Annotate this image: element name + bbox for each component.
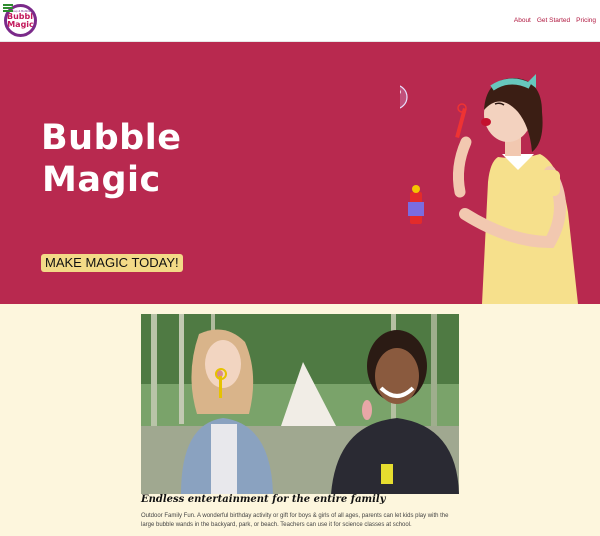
hero-woman-image xyxy=(400,74,578,304)
feature-section: Endless entertainment for the entire fam… xyxy=(0,304,600,536)
hero-title: Bubble Magic xyxy=(41,117,181,201)
section-description: Outdoor Family Fun. A wonderful birthday… xyxy=(141,513,449,528)
site-header: Soap & Bubble Bubble Magic About Get Sta… xyxy=(0,0,600,42)
nav-link-get-started[interactable]: Get Started xyxy=(537,17,570,24)
menu-icon[interactable] xyxy=(3,4,13,12)
bubble-icon xyxy=(400,85,408,109)
family-photo-image xyxy=(141,314,459,494)
hero-banner: Bubble Magic MAKE MAGIC TODAY! xyxy=(0,42,600,304)
hero-title-line-1: Bubble xyxy=(41,118,182,158)
logo-word-2: Magic xyxy=(7,20,34,29)
nav-link-about[interactable]: About xyxy=(514,17,531,24)
top-nav: About Get Started Pricing xyxy=(514,17,596,24)
hero-tagline: MAKE MAGIC TODAY! xyxy=(41,254,183,272)
nav-link-pricing[interactable]: Pricing xyxy=(576,17,596,24)
hero-title-line-2: Magic xyxy=(42,160,161,200)
section-heading: Endless entertainment for the entire fam… xyxy=(141,494,386,505)
